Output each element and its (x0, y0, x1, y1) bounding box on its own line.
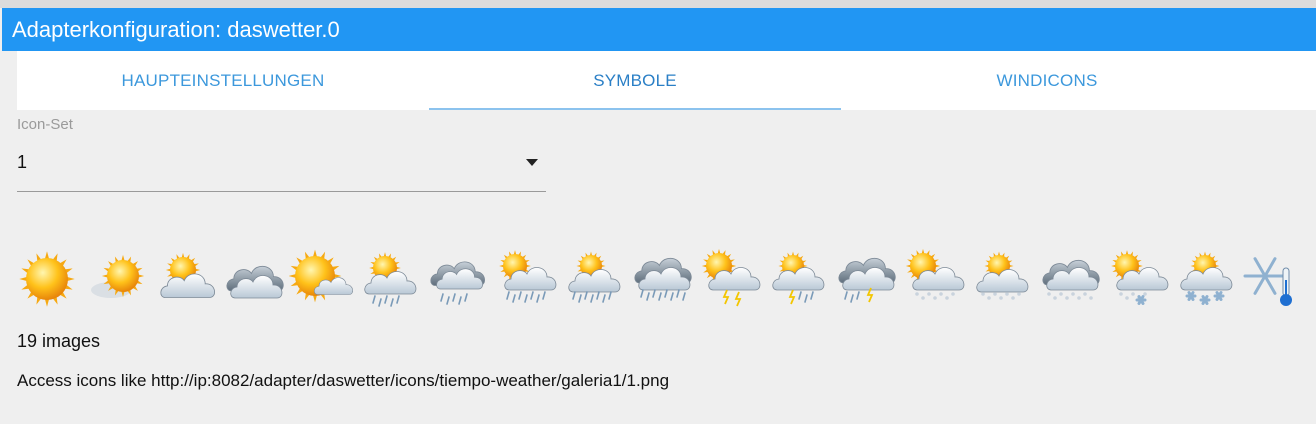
tab-windicons[interactable]: WINDICONS (841, 51, 1253, 110)
cloud-thunder-icon (833, 246, 899, 312)
tab-bar: HAUPTEINSTELLUNGEN SYMBOLE WINDICONS (17, 51, 1316, 110)
clouds-icon (221, 246, 287, 312)
iconset-select[interactable]: 1 (17, 142, 546, 192)
sun-haze-icon (85, 246, 151, 312)
cloud-snow-icon (1037, 246, 1103, 312)
image-count: 19 images (17, 331, 101, 351)
sun-cloud-heavy-snow-icon (1173, 246, 1239, 312)
sun-cloud-snow-icon (901, 246, 967, 312)
window-top-strip (0, 0, 1316, 8)
sun-cloud-light-snow-icon (969, 246, 1035, 312)
sun-cloud-heavy-rain-icon (493, 246, 559, 312)
sun-partly-cloudy-icon (289, 246, 355, 312)
weather-icon-row (17, 246, 1307, 312)
iconset-value: 1 (17, 152, 28, 172)
sun-cloud-icon (153, 246, 219, 312)
tab-haupteinstellungen[interactable]: HAUPTEINSTELLUNGEN (17, 51, 429, 110)
snowflake-thermometer-icon (1241, 246, 1307, 312)
cloud-heavy-rain-icon (629, 246, 695, 312)
iconset-label: Icon-Set (17, 116, 73, 133)
tab-symbole[interactable]: SYMBOLE (429, 51, 841, 110)
window-title: Adapterkonfiguration: daswetter.0 (2, 8, 1316, 51)
sun-cloud-snowflakes-icon (1105, 246, 1171, 312)
sun-cloud-thunder-rain-icon (765, 246, 831, 312)
dropdown-caret-icon (526, 159, 538, 166)
sun-cloud-rain-icon (357, 246, 423, 312)
sun-cloud-thunder-icon (697, 246, 763, 312)
sun-icon (17, 246, 83, 312)
cloud-rain-icon (425, 246, 491, 312)
access-hint: Access icons like http://ip:8082/adapter… (17, 371, 670, 390)
sun-cloud-showers-icon (561, 246, 627, 312)
